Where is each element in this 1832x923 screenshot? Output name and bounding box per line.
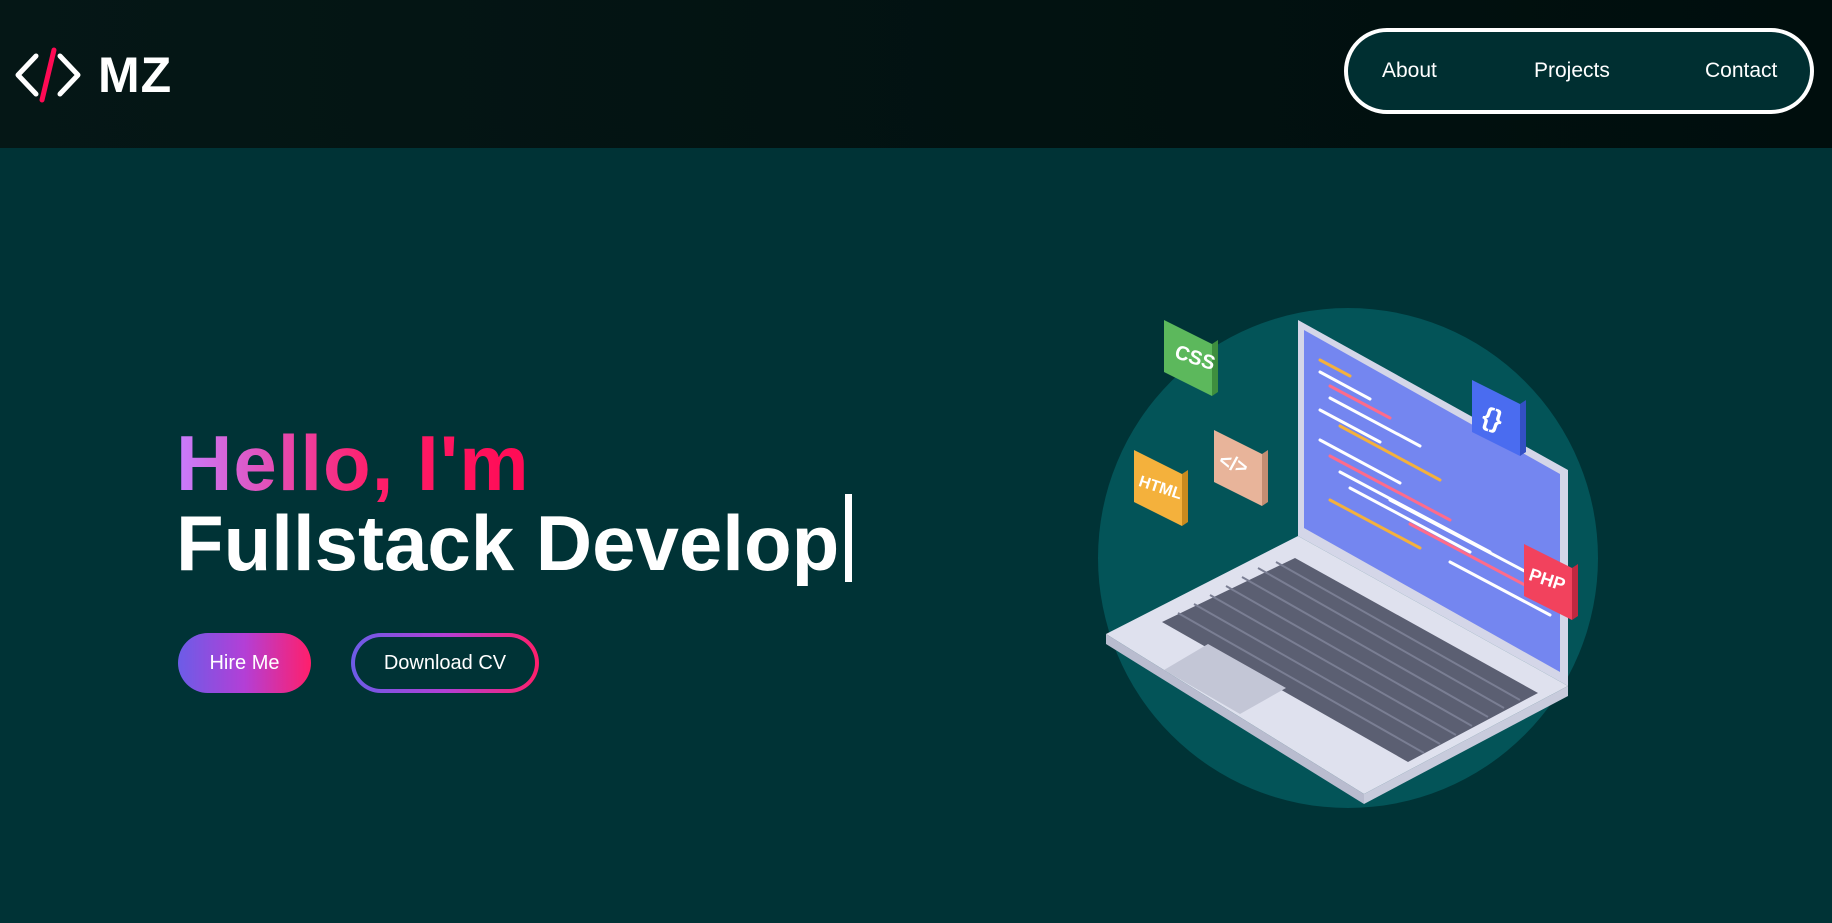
nav-projects[interactable]: Projects bbox=[1534, 32, 1610, 110]
typing-caret bbox=[845, 494, 853, 582]
code-brackets-icon bbox=[15, 47, 81, 103]
hire-me-button[interactable]: Hire Me bbox=[178, 633, 311, 693]
hero-role: Fullstack Develop bbox=[176, 494, 853, 588]
site-logo[interactable]: MZ bbox=[14, 46, 172, 104]
nav-about[interactable]: About bbox=[1382, 32, 1437, 110]
main-nav: About Projects Contact bbox=[1344, 28, 1814, 114]
laptop-illustration: CSS HTML </> {} PHP bbox=[1098, 308, 1598, 808]
typed-role-text: Fullstack Develop bbox=[176, 499, 840, 587]
logo-text: MZ bbox=[98, 47, 173, 103]
nav-contact[interactable]: Contact bbox=[1705, 32, 1777, 110]
site-header: MZ About Projects Contact bbox=[0, 0, 1832, 148]
download-cv-button[interactable]: Download CV bbox=[351, 633, 539, 693]
